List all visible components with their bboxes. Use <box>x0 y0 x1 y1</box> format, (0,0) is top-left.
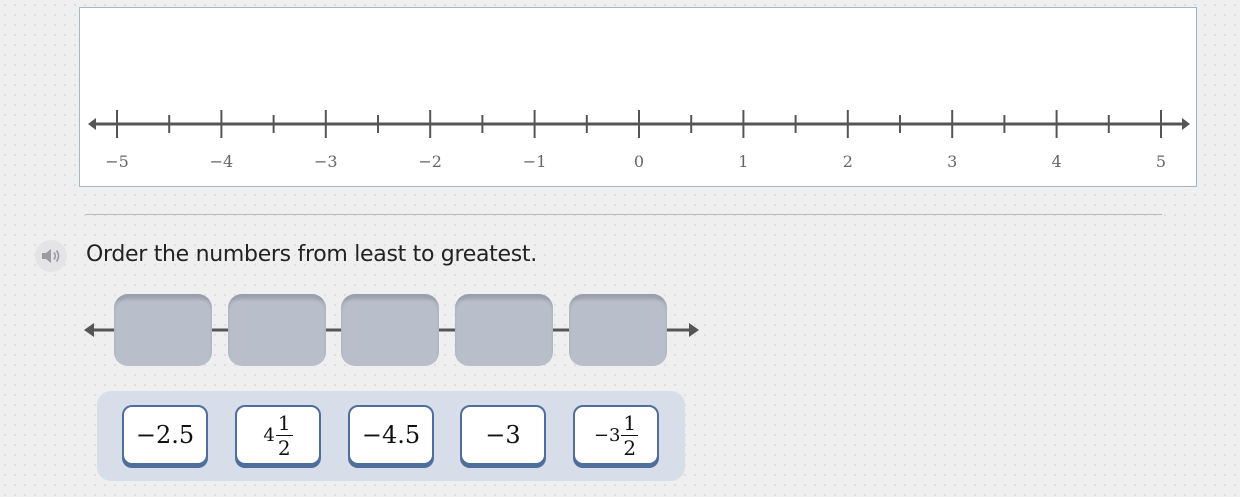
tick-label: −4 <box>210 152 234 171</box>
card-value: −2.5 <box>135 421 195 449</box>
tick-label: 3 <box>947 152 957 171</box>
axis-left-arrow-icon <box>88 118 96 130</box>
tick-label: −1 <box>523 152 547 171</box>
tick-label: 2 <box>843 152 853 171</box>
audio-button[interactable] <box>35 240 67 272</box>
ordering-track <box>82 292 702 372</box>
card-value: −4.5 <box>361 421 421 449</box>
tick-label: 0 <box>634 152 644 171</box>
number-card[interactable]: −3 1 2 <box>573 405 659 465</box>
answer-slot-2[interactable] <box>228 294 326 366</box>
tick-label: −5 <box>105 152 129 171</box>
answer-slot-5[interactable] <box>569 294 667 366</box>
tick-label: −3 <box>314 152 338 171</box>
track-right-arrow-icon <box>689 323 699 337</box>
card-denominator: 2 <box>621 434 639 460</box>
question-text: Order the numbers from least to greatest… <box>86 242 537 267</box>
card-denominator: 2 <box>275 434 293 460</box>
card-whole: 4 <box>263 424 275 446</box>
number-card[interactable]: −2.5 <box>122 405 208 465</box>
tick-label: −2 <box>418 152 442 171</box>
answer-slot-3[interactable] <box>341 294 439 366</box>
card-fraction: 1 2 <box>275 410 293 460</box>
number-line-panel[interactable]: −5 −4 −3 −2 −1 0 1 2 3 4 5 <box>79 7 1197 187</box>
card-fraction: 1 2 <box>621 410 639 460</box>
number-card[interactable]: −3 <box>460 405 546 465</box>
number-card[interactable]: −4.5 <box>348 405 434 465</box>
card-numerator: 1 <box>277 410 291 435</box>
tick-label: 1 <box>738 152 748 171</box>
axis-right-arrow-icon <box>1182 118 1190 130</box>
number-line-tick-labels: −5 −4 −3 −2 −1 0 1 2 3 4 5 <box>105 152 1166 171</box>
divider <box>86 214 1162 215</box>
tick-label: 4 <box>1052 152 1062 171</box>
track-left-arrow-icon <box>84 323 94 337</box>
answer-slot-1[interactable] <box>114 294 212 366</box>
number-card[interactable]: 4 1 2 <box>235 405 321 465</box>
card-tray: −2.5 4 1 2 −4.5 −3 −3 1 2 <box>97 391 685 481</box>
number-line-ticks <box>116 110 1162 138</box>
card-value: −3 <box>485 421 521 449</box>
number-line: −5 −4 −3 −2 −1 0 1 2 3 4 5 <box>88 110 1190 171</box>
answer-slot-4[interactable] <box>455 294 553 366</box>
card-numerator: 1 <box>623 410 637 435</box>
speaker-icon <box>42 249 60 263</box>
tick-label: 5 <box>1156 152 1166 171</box>
card-whole: −3 <box>593 424 621 446</box>
